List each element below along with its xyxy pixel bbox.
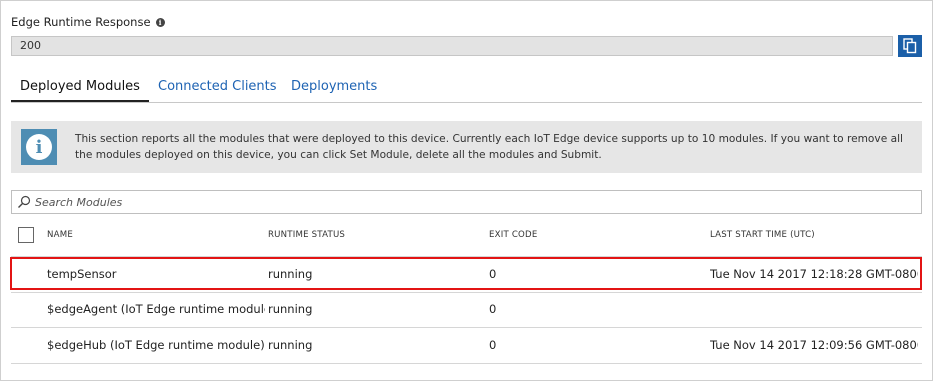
search-input[interactable] bbox=[35, 192, 895, 212]
modules-table: NAME RUNTIME STATUS EXIT CODE LAST START… bbox=[11, 222, 922, 364]
module-name[interactable]: $edgeHub (IoT Edge runtime module) bbox=[47, 328, 265, 363]
info-banner: i This section reports all the modules t… bbox=[11, 121, 922, 173]
module-tabs: Deployed Modules Connected Clients Deplo… bbox=[11, 73, 922, 103]
search-icon bbox=[18, 195, 31, 208]
edge-device-panel: Edge Runtime Response i 200 Deployed Mod… bbox=[0, 0, 933, 381]
column-header-last-start-time[interactable]: LAST START TIME (UTC) bbox=[710, 230, 815, 240]
column-header-name[interactable]: NAME bbox=[47, 230, 73, 240]
exit-code: 0 bbox=[489, 338, 497, 352]
copy-button[interactable] bbox=[898, 35, 922, 57]
runtime-status: running bbox=[268, 267, 313, 281]
module-name[interactable]: $edgeAgent (IoT Edge runtime module) bbox=[47, 292, 265, 327]
last-start-time: Tue Nov 14 2017 12:18:28 GMT-0800 ... bbox=[710, 267, 918, 281]
tab-deployed-modules[interactable]: Deployed Modules bbox=[11, 73, 149, 102]
runtime-response-field: 200 bbox=[11, 36, 893, 56]
tab-deployments[interactable]: Deployments bbox=[291, 73, 377, 101]
module-name[interactable]: tempSensor bbox=[47, 257, 262, 292]
info-banner-text: This section reports all the modules tha… bbox=[75, 133, 903, 161]
select-all-checkbox[interactable] bbox=[18, 227, 34, 243]
exit-code: 0 bbox=[489, 267, 497, 281]
runtime-response-label: Edge Runtime Response bbox=[11, 15, 151, 29]
last-start-time bbox=[710, 292, 918, 327]
runtime-status: running bbox=[268, 338, 313, 352]
info-icon: i bbox=[21, 129, 57, 165]
table-row[interactable]: $edgeHub (IoT Edge runtime module) runni… bbox=[11, 328, 922, 364]
table-header: NAME RUNTIME STATUS EXIT CODE LAST START… bbox=[11, 222, 922, 250]
info-icon[interactable]: i bbox=[155, 17, 165, 27]
runtime-response-label-row: Edge Runtime Response i bbox=[11, 15, 165, 29]
copy-icon bbox=[903, 38, 917, 54]
runtime-status: running bbox=[268, 302, 313, 316]
last-start-time: Tue Nov 14 2017 12:09:56 GMT-0800 ... bbox=[710, 338, 918, 352]
search-box[interactable] bbox=[11, 190, 922, 214]
table-row[interactable]: tempSensor running 0 Tue Nov 14 2017 12:… bbox=[11, 256, 922, 293]
column-header-runtime-status[interactable]: RUNTIME STATUS bbox=[268, 230, 345, 240]
tab-connected-clients[interactable]: Connected Clients bbox=[158, 73, 277, 101]
exit-code: 0 bbox=[489, 302, 497, 316]
column-header-exit-code[interactable]: EXIT CODE bbox=[489, 230, 537, 240]
table-row[interactable]: $edgeAgent (IoT Edge runtime module) run… bbox=[11, 292, 922, 328]
